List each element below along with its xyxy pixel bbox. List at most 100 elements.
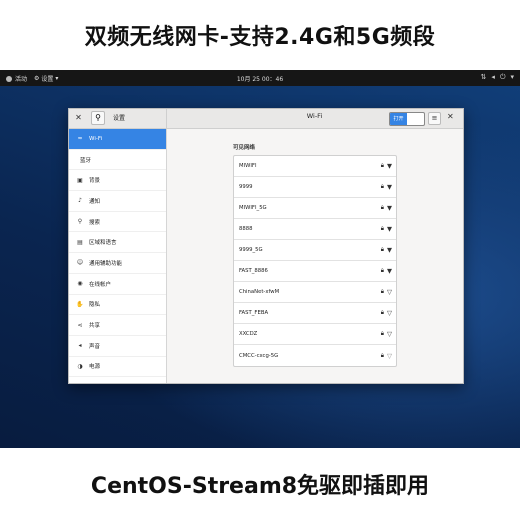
sidebar-item-network[interactable]: ▭网络 xyxy=(69,377,166,383)
network-status-icon: ⇅ xyxy=(480,73,487,81)
sidebar-item-label: 通知 xyxy=(89,198,101,205)
wifi-signal-icon: ▽ xyxy=(387,330,392,338)
sidebar-item-label: 通用辅助功能 xyxy=(89,260,123,267)
sidebar-item-privacy[interactable]: ✋ 隐私 xyxy=(69,295,166,316)
lock-icon: 🔒︎ xyxy=(380,267,384,274)
network-row[interactable]: 9999 🔒︎ ▼ xyxy=(234,177,396,198)
lock-icon: 🔒︎ xyxy=(380,351,384,359)
settings-window: ✕ ⚲ 设置 Wi-Fi 打开 ≡ ✕ ≈ Wi-Fi 蓝牙 ▣ 背景 ♪ 通知 ⚲ 搜… xyxy=(68,108,464,384)
sidebar-item-label: 共享 xyxy=(89,323,101,330)
sidebar-item-label: Wi-Fi xyxy=(89,135,103,142)
wifi-signal-icon: ▼ xyxy=(387,267,392,275)
sidebar-item-label: 隐私 xyxy=(89,302,101,309)
network-row[interactable]: CMCC-cxcg-5G 🔒︎ ▽ xyxy=(234,345,396,366)
sidebar-item-region[interactable]: ▤ 区域和语言 xyxy=(69,232,166,254)
settings-sidebar: ≈ Wi-Fi 蓝牙 ▣ 背景 ♪ 通知 ⚲ 搜索 ▤ 区域和语言 ☺ 通用辅助功能 ◉ 在线… xyxy=(69,129,167,383)
search-button[interactable]: ⚲ xyxy=(91,111,105,125)
hamburger-icon: ≡ xyxy=(431,114,438,122)
sound-icon: ◂ xyxy=(78,342,82,350)
sidebar-item-wifi[interactable]: ≈ Wi-Fi xyxy=(69,129,166,150)
top-panel: 活动 ⚙ 设置 ▾ 10月 25 00：46 ⇅ ◂ ⏻ ▾ xyxy=(0,70,520,86)
network-list: MIWIFI 🔒︎ ▼ 9999 🔒︎ ▼ MIWIFI_5G 🔒︎ ▼ 8888 🔒︎ ▼ 9… xyxy=(233,155,397,367)
wifi-signal-icon: ▼ xyxy=(387,246,392,254)
network-row[interactable]: ChinaNet-xfwM 🔒︎ ▽ xyxy=(234,282,396,303)
sidebar-item-sharing[interactable]: ⋖ 共享 xyxy=(69,315,166,336)
sidebar-item-accessibility[interactable]: ☺ 通用辅助功能 xyxy=(69,253,166,274)
panel-clock[interactable]: 10月 25 00：46 xyxy=(0,74,520,83)
wifi-toggle-label: 打开 xyxy=(390,113,407,125)
network-name: 8888 xyxy=(239,226,253,232)
close-icon: ✕ xyxy=(447,112,454,121)
sidebar-item-power[interactable]: ◑ 电源 xyxy=(69,357,166,378)
top-caption: 双频无线网卡-支持2.4G和5G频段 xyxy=(84,25,436,50)
sidebar-item-bluetooth[interactable]: 蓝牙 xyxy=(69,150,166,171)
lock-icon: 🔒︎ xyxy=(380,330,384,337)
network-row[interactable]: FAST_FEBA 🔒︎ ▽ xyxy=(234,303,396,324)
lock-icon: 🔒︎ xyxy=(380,225,384,232)
online-accounts-icon: ◉ xyxy=(77,280,83,288)
wifi-page: 可见网络 MIWIFI 🔒︎ ▼ 9999 🔒︎ ▼ MIWIFI_5G 🔒︎ ▼ 8888… xyxy=(167,129,463,383)
network-row[interactable]: FAST_8886 🔒︎ ▼ xyxy=(234,261,396,282)
close-button[interactable]: ✕ xyxy=(447,112,454,121)
sidebar-item-online-accounts[interactable]: ◉ 在线帐户 xyxy=(69,274,166,295)
tools-icon[interactable]: ✕ xyxy=(73,112,84,123)
network-name: XXCDZ xyxy=(239,331,258,337)
sidebar-title: 设置 xyxy=(113,115,126,122)
network-row[interactable]: 9999_5G 🔒︎ ▼ xyxy=(234,240,396,261)
sidebar-item-label: 在线帐户 xyxy=(89,281,112,288)
wifi-signal-icon: ▽ xyxy=(387,309,392,317)
bell-icon: ♪ xyxy=(78,197,82,205)
lock-icon: 🔒︎ xyxy=(380,309,384,316)
network-row[interactable]: 8888 🔒︎ ▼ xyxy=(234,219,396,240)
wifi-signal-icon: ▽ xyxy=(387,288,392,296)
network-name: MIWIFI_5G xyxy=(239,205,267,211)
visible-networks-heading: 可见网络 xyxy=(233,145,256,151)
network-row[interactable]: XXCDZ 🔒︎ ▽ xyxy=(234,324,396,345)
network-row[interactable]: MIWIFI 🔒︎ ▼ xyxy=(234,156,396,177)
network-name: 9999 xyxy=(239,184,253,190)
share-icon: ⋖ xyxy=(77,321,83,329)
search-icon: ⚲ xyxy=(77,218,83,226)
accessibility-icon: ☺ xyxy=(76,259,84,267)
sidebar-item-label: 背景 xyxy=(89,178,101,185)
menu-button[interactable]: ≡ xyxy=(428,112,441,125)
bottom-caption: CentOS-Stream8免驱即插即用 xyxy=(90,474,430,499)
lock-icon: 🔒︎ xyxy=(380,246,384,253)
sidebar-item-search[interactable]: ⚲ 搜索 xyxy=(69,212,166,233)
background-icon: ▣ xyxy=(77,176,83,184)
system-menu[interactable]: ⇅ ◂ ⏻ ▾ xyxy=(481,73,514,82)
lock-icon: 🔒︎ xyxy=(380,183,384,190)
lock-icon: 🔒︎ xyxy=(380,162,384,169)
region-icon: ▤ xyxy=(77,238,83,246)
lock-icon: 🔒︎ xyxy=(380,204,384,211)
network-row[interactable]: MIWIFI_5G 🔒︎ ▼ xyxy=(234,198,396,219)
power-icon: ◑ xyxy=(77,362,83,370)
wifi-signal-icon: ▽ xyxy=(387,351,392,360)
sidebar-item-label: 区域和语言 xyxy=(89,240,117,247)
sidebar-header: ✕ ⚲ 设置 xyxy=(69,109,167,128)
wifi-signal-icon: ▼ xyxy=(387,204,392,212)
network-name: CMCC-cxcg-5G xyxy=(239,352,279,359)
sidebar-item-label: 电源 xyxy=(89,364,101,371)
wifi-toggle[interactable]: 打开 xyxy=(389,112,425,126)
sidebar-item-notifications[interactable]: ♪ 通知 xyxy=(69,191,166,212)
lock-icon: 🔒︎ xyxy=(380,288,384,295)
network-name: 9999_5G xyxy=(239,247,263,253)
desktop-screen: 活动 ⚙ 设置 ▾ 10月 25 00：46 ⇅ ◂ ⏻ ▾ ✕ ⚲ 设置 Wi… xyxy=(0,70,520,448)
sidebar-item-label: 蓝牙 xyxy=(80,157,92,164)
volume-icon: ◂ xyxy=(491,73,495,81)
power-menu-icon: ⏻ xyxy=(499,73,506,81)
wifi-signal-icon: ▼ xyxy=(387,225,392,233)
network-name: FAST_8886 xyxy=(239,268,268,274)
sidebar-item-label: 搜索 xyxy=(89,219,101,226)
sidebar-item-background[interactable]: ▣ 背景 xyxy=(69,170,166,192)
search-icon: ⚲ xyxy=(95,113,101,122)
sidebar-item-label: 声音 xyxy=(89,343,101,350)
wifi-signal-icon: ▼ xyxy=(387,162,392,170)
privacy-icon: ✋ xyxy=(76,300,84,308)
sidebar-item-sound[interactable]: ◂ 声音 xyxy=(69,336,166,357)
network-name: ChinaNet-xfwM xyxy=(239,289,280,295)
wifi-signal-icon: ▼ xyxy=(387,183,392,191)
wifi-icon: ≈ xyxy=(77,135,83,143)
chevron-down-icon: ▾ xyxy=(510,73,514,81)
